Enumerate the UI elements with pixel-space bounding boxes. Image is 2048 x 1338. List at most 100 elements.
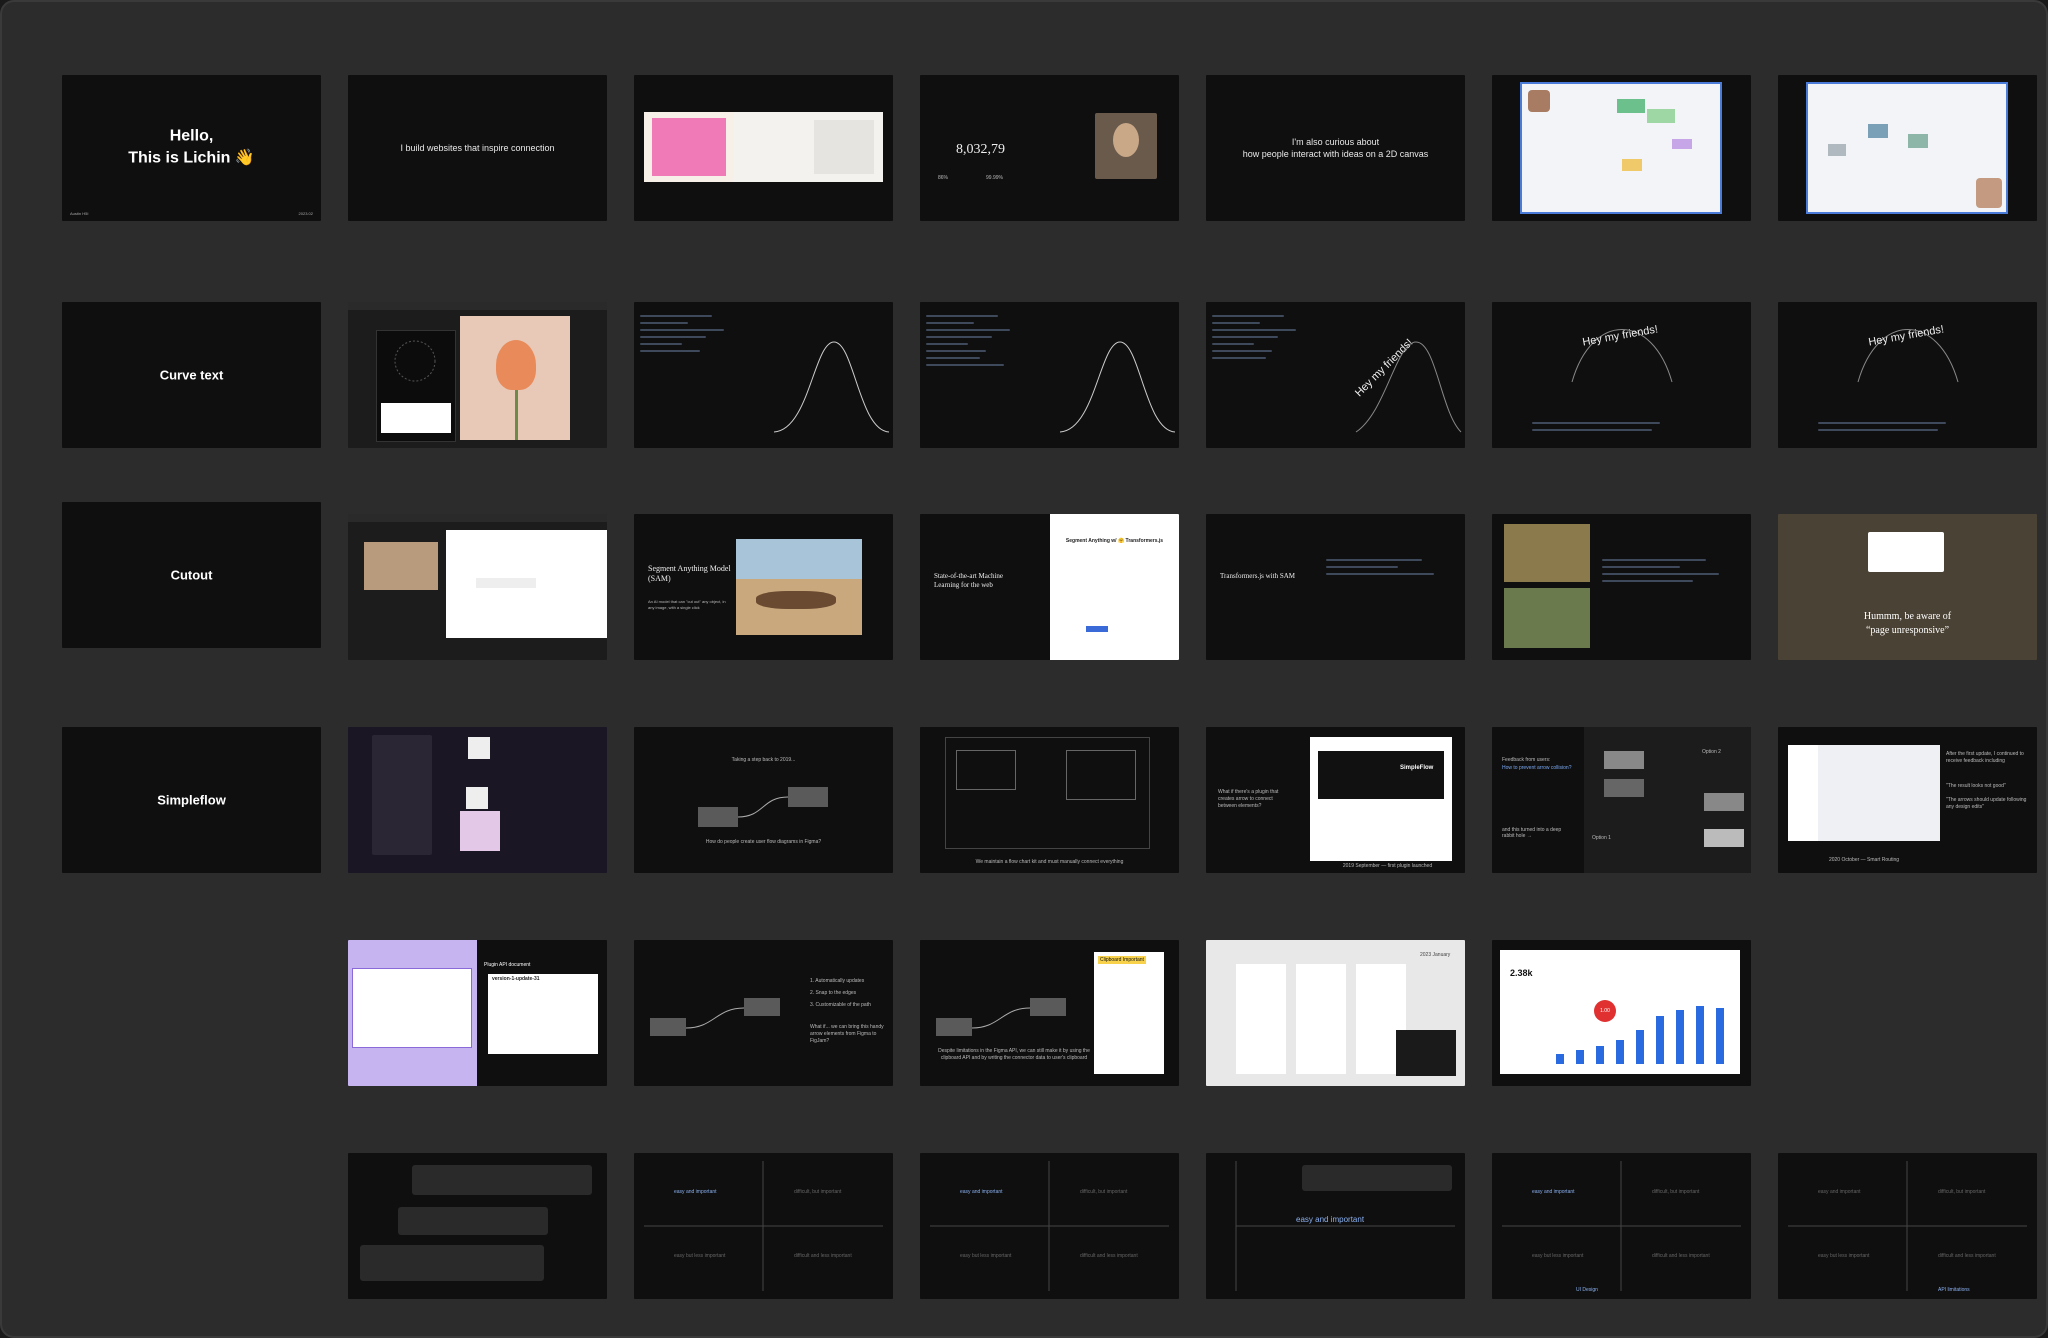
sticky-2	[466, 787, 488, 809]
quadrant-difficult-less: difficult and less important	[1938, 1253, 1996, 1259]
phone-1	[1236, 964, 1286, 1074]
slide-matrix-2[interactable]: easy and important difficult, but import…	[920, 1153, 1179, 1299]
slide-october[interactable]: After the first update, I continued to r…	[1778, 727, 2037, 873]
autoupdate-whatif: What if... we can bring this handy arrow…	[810, 1024, 884, 1044]
slide-comments[interactable]	[348, 1153, 607, 1299]
code-snippet	[1326, 554, 1446, 580]
canvas-screenshot	[1806, 82, 2008, 214]
slide-cutout-figma[interactable]	[348, 514, 607, 660]
routing-screenshot	[1788, 745, 1940, 841]
horses-photo	[736, 539, 862, 635]
code-snippet	[1602, 554, 1732, 587]
slide-matrix-4[interactable]: easy and important difficult, but import…	[1492, 1153, 1751, 1299]
feedback-line1: Feedback from users:	[1502, 757, 1551, 763]
matrix-axes	[1502, 1161, 1741, 1291]
slide-screens[interactable]	[634, 75, 893, 221]
option-2-label: Option 2	[1702, 749, 1721, 755]
slide-stats[interactable]: 2.38k 1.00	[1492, 940, 1751, 1086]
sticky-3	[460, 811, 500, 851]
slide-matrix-1[interactable]: easy and important difficult, but import…	[634, 1153, 893, 1299]
slide-curve-code-2[interactable]	[920, 302, 1179, 448]
demo-page: Segment Anything w/ 🤗 Transformers.js	[1050, 514, 1179, 660]
canvas-screenshot	[1520, 82, 1722, 214]
slide-curve-code-3[interactable]: Hey my friends!	[1206, 302, 1465, 448]
slide-matrix-5[interactable]: easy and important difficult, but import…	[1778, 1153, 2037, 1299]
slide-tfjs[interactable]: Transformers.js with SAM	[1206, 514, 1465, 660]
matrix-axes	[644, 1161, 883, 1291]
slide-sam[interactable]: Segment Anything Model (SAM) An AI model…	[634, 514, 893, 660]
whatif-caption: 2019 September — first plugin launched	[1342, 863, 1433, 869]
tfjs-title: Transformers.js with SAM	[1220, 572, 1295, 580]
plugin-panel	[376, 330, 456, 442]
slide-whatif[interactable]: What if there's a plugin that creates ar…	[1206, 727, 1465, 873]
quadrant-difficult-important: difficult, but important	[1080, 1189, 1128, 1195]
figma-toolbar	[348, 514, 607, 522]
quadrant-easy-important: easy and important	[960, 1189, 1003, 1195]
stepback-bottom: How do people create user flow diagrams …	[705, 839, 822, 845]
plugin-window	[446, 530, 607, 638]
slide-feedback[interactable]: Feedback from users: How to prevent arro…	[1492, 727, 1751, 873]
dog-photo-1	[1504, 524, 1590, 582]
section-title: Simpleflow	[157, 792, 226, 808]
slide-simpleflow-title[interactable]: Simpleflow	[62, 727, 321, 873]
slide-curve-text-title[interactable]: Curve text	[62, 302, 321, 448]
slide-canvas-1[interactable]	[1492, 75, 1751, 221]
purple-panel	[348, 940, 477, 1086]
section-title: Cutout	[170, 567, 213, 583]
bell-curve	[1059, 341, 1176, 433]
side-panel	[372, 735, 432, 855]
slide-matrix-3[interactable]: easy and important	[1206, 1153, 1465, 1299]
slide-plugin-api[interactable]: Plugin API document version-1-update-31	[348, 940, 607, 1086]
item-2: 2. Snap to the edges	[810, 990, 857, 996]
tulip-photo	[460, 316, 570, 440]
slide-tulip[interactable]	[348, 302, 607, 448]
quadrant-easy-important: easy and important	[1296, 1215, 1365, 1224]
matrix-axes	[930, 1161, 1169, 1291]
perf-number: 8,032,79	[956, 142, 1005, 157]
dog-photo-2	[1504, 588, 1590, 648]
slide-dog-cutout[interactable]	[1492, 514, 1751, 660]
slide-maintain[interactable]: We maintain a flow chart kit and must ma…	[920, 727, 1179, 873]
popover	[1396, 1030, 1456, 1076]
quadrant-difficult-less: difficult and less important	[1652, 1253, 1710, 1259]
slide-perf[interactable]: 8,032,79 86% 99.99%	[920, 75, 1179, 221]
curious-text: I'm also curious about how people intera…	[1242, 136, 1429, 159]
slide-cutout-title[interactable]: Cutout	[62, 502, 321, 648]
slide-figjam-purple[interactable]	[348, 727, 607, 873]
bell-curve	[1355, 341, 1462, 433]
limitations-text: Despite limitations in the Figma API, we…	[938, 1048, 1090, 1061]
section-title: Curve text	[159, 367, 224, 383]
quadrant-easy-less: easy but less important	[1532, 1253, 1584, 1259]
slide-sota[interactable]: State-of-the-art Machine Learning for th…	[920, 514, 1179, 660]
october-caption: 2020 October — Smart Routing	[1828, 857, 1900, 863]
option-1-label: Option 1	[1592, 835, 1611, 841]
dialog-box	[1868, 532, 1944, 572]
slide-curve-code-1[interactable]	[634, 302, 893, 448]
screenshot-left	[644, 112, 734, 182]
comment-card	[1302, 1165, 1452, 1191]
item-1: 1. Automatically updates	[810, 978, 865, 984]
perf-pct-2: 99.99%	[986, 175, 1003, 181]
slide-unresponsive[interactable]: Hummm, be aware of “page unresponsive”	[1778, 514, 2037, 660]
slide-curious[interactable]: I'm also curious about how people intera…	[1206, 75, 1465, 221]
perf-pct-1: 86%	[938, 175, 949, 181]
january-label: 2023 January	[1420, 952, 1451, 958]
slide-build[interactable]: I build websites that inspire connection	[348, 75, 607, 221]
stats-chart: 2.38k 1.00	[1500, 950, 1740, 1074]
code-snippet	[1818, 417, 1978, 436]
slide-autoupdate[interactable]: 1. Automatically updates 2. Snap to the …	[634, 940, 893, 1086]
matrix-axes	[1788, 1161, 2027, 1291]
footer-right: 2023.02	[298, 211, 313, 216]
slide-stepback[interactable]: Taking a step back to 2019... How do peo…	[634, 727, 893, 873]
clipboard-doc: Clipboard Important	[1094, 952, 1164, 1074]
quadrant-easy-less: easy but less important	[1818, 1253, 1870, 1259]
quadrant-difficult-important: difficult, but important	[794, 1189, 842, 1195]
whatif-text: What if there's a plugin that creates ar…	[1218, 789, 1279, 809]
slide-hey-friends-1[interactable]: Hey my friends!	[1492, 302, 1751, 448]
slide-hello[interactable]: Hello, This is Lichin 👋 Austin H5I 2023.…	[62, 75, 321, 221]
october-note2: "The result looks not good"	[1946, 783, 2006, 789]
slide-limitations[interactable]: Despite limitations in the Figma API, we…	[920, 940, 1179, 1086]
slide-january[interactable]: 2023 January	[1206, 940, 1465, 1086]
slide-canvas-2[interactable]	[1778, 75, 2037, 221]
slide-hey-friends-2[interactable]: Hey my friends!	[1778, 302, 2037, 448]
